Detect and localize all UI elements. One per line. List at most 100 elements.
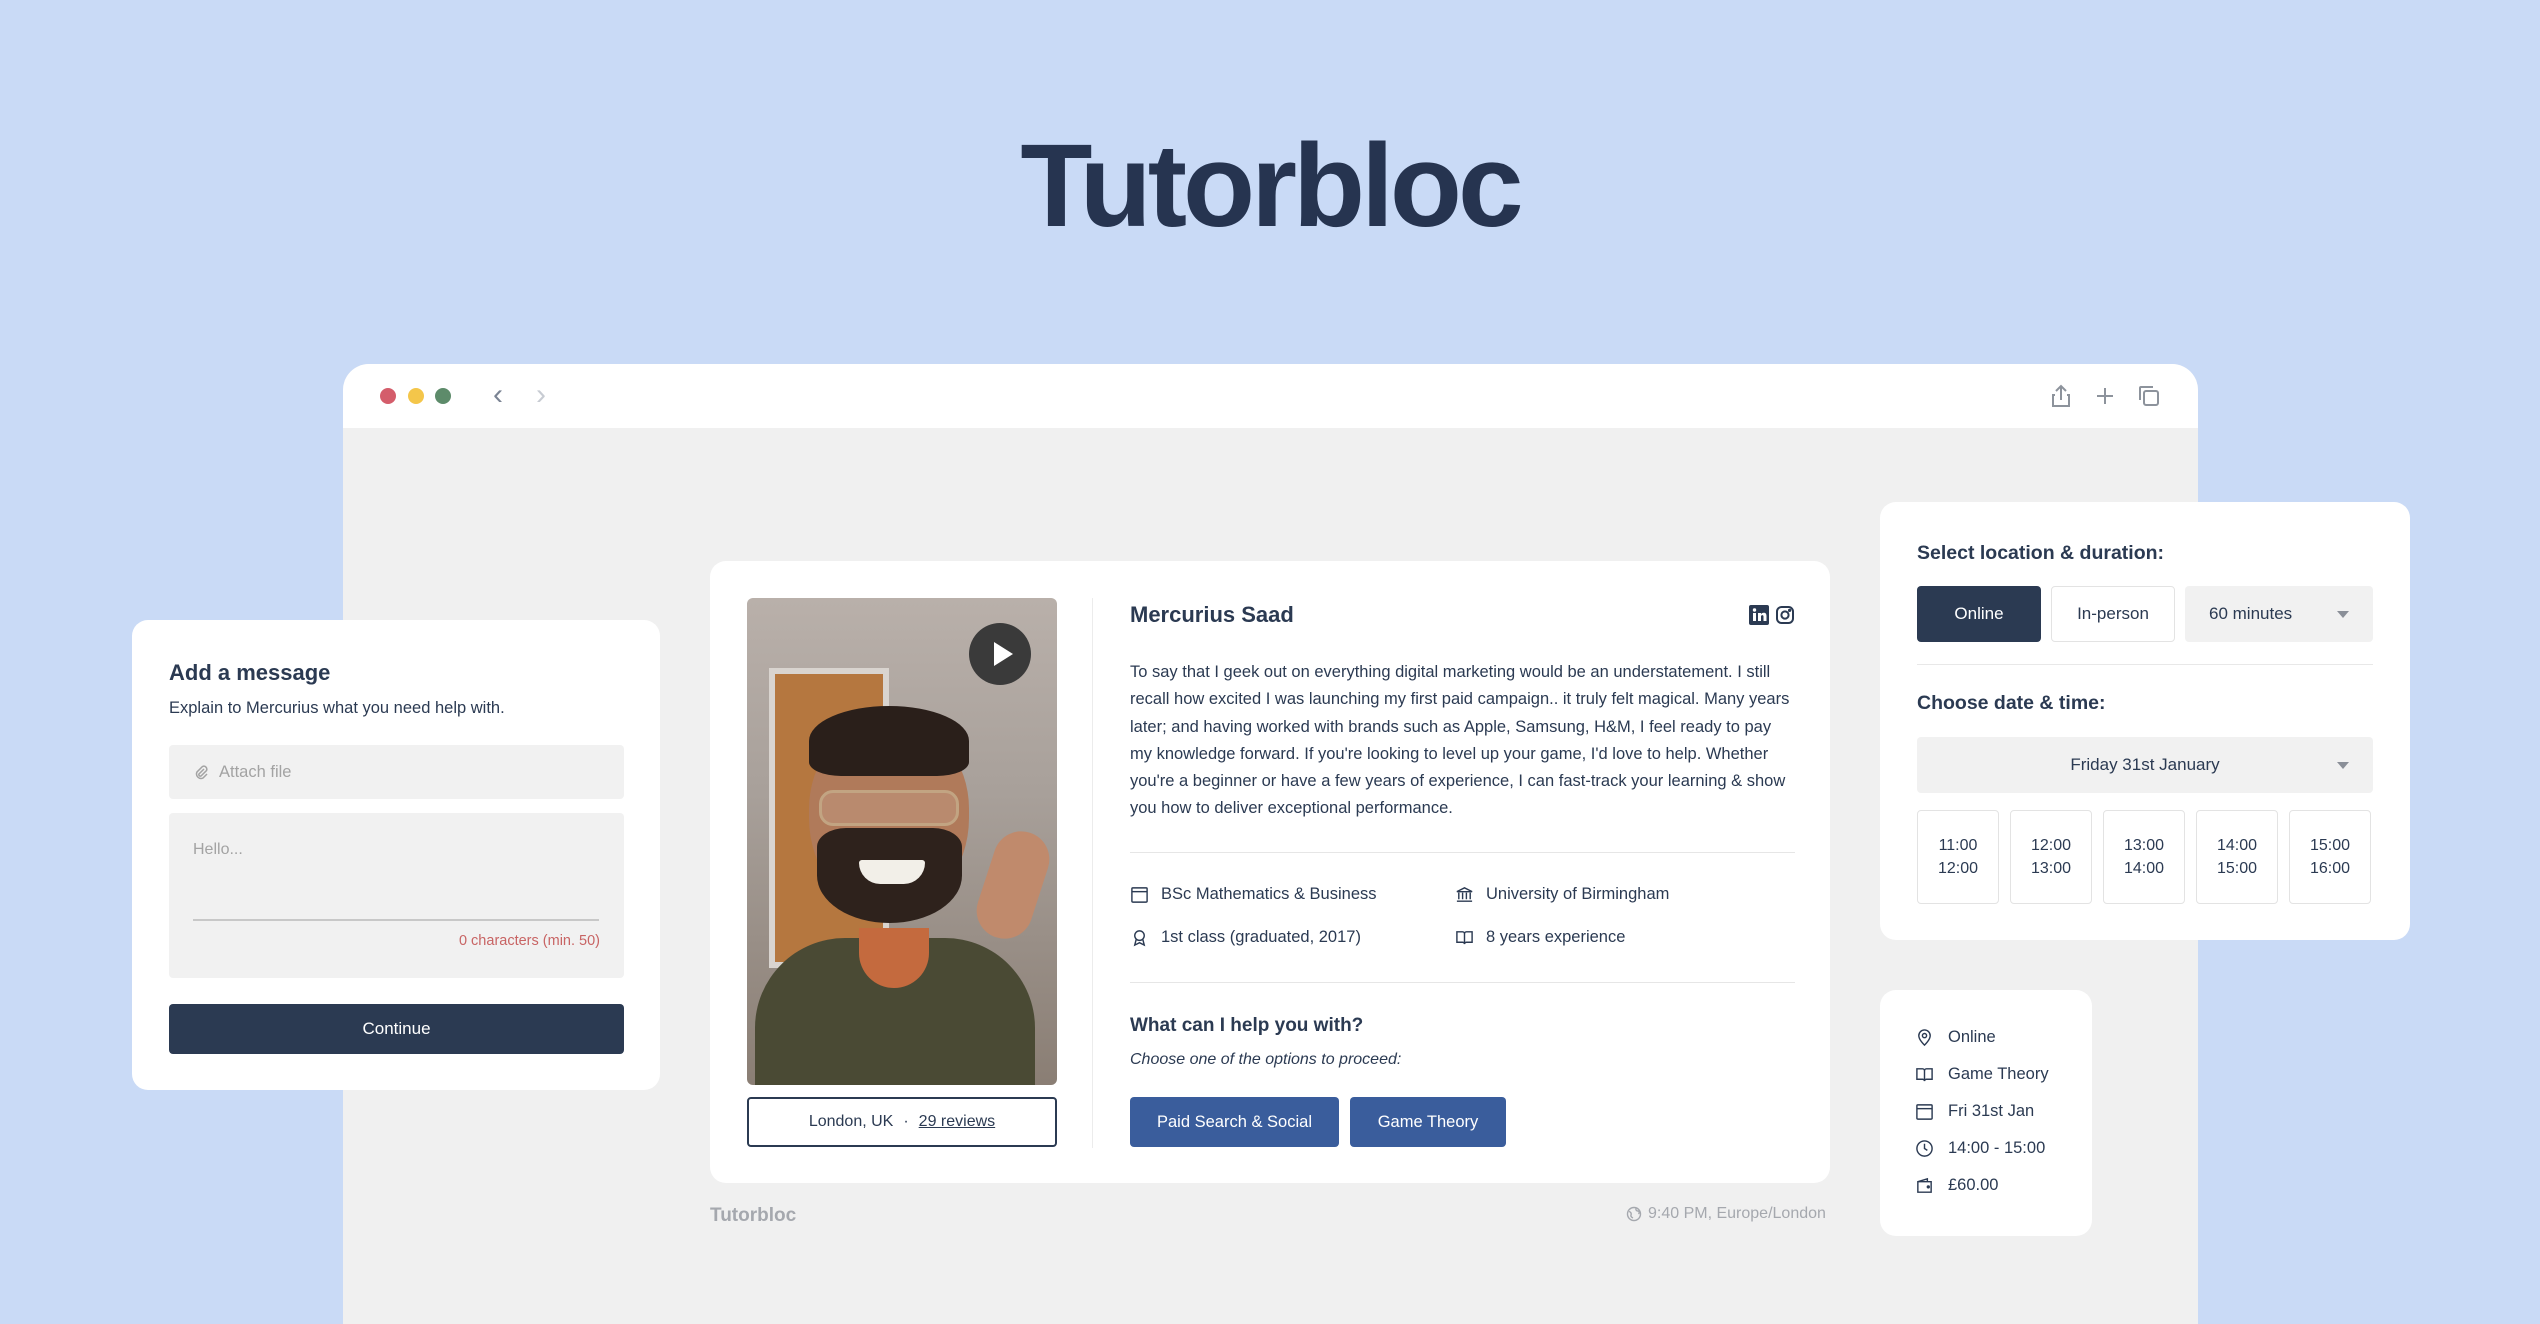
vertical-divider — [1092, 598, 1093, 1148]
tutor-name: Mercurius Saad — [1130, 602, 1294, 627]
message-placeholder: Hello... — [193, 841, 243, 858]
credential-grade-text: 1st class (graduated, 2017) — [1161, 928, 1361, 946]
summary-location: Online — [1915, 1028, 1996, 1047]
wallet-icon — [1917, 1177, 1932, 1193]
location-reviews-box: London, UK · 29 reviews — [747, 1097, 1057, 1147]
paperclip-icon — [195, 765, 208, 780]
summary-date-text: Fri 31st Jan — [1948, 1102, 2035, 1120]
booking-divider — [1917, 664, 2373, 665]
video-person-smile — [859, 860, 925, 884]
date-select[interactable]: Friday 31st January — [1917, 737, 2373, 793]
time-slot[interactable]: 14:00 15:00 — [2196, 810, 2278, 904]
linkedin-icon[interactable] — [1749, 605, 1769, 625]
time-slot[interactable]: 13:00 14:00 — [2103, 810, 2185, 904]
reviews-link[interactable]: 29 reviews — [919, 1113, 995, 1131]
tutor-profile-card: London, UK · 29 reviews Mercurius Saad T… — [710, 561, 1830, 1183]
slot-start: 14:00 — [2216, 836, 2258, 854]
summary-time-text: 14:00 - 15:00 — [1948, 1139, 2046, 1157]
option-game-theory-button[interactable]: Game Theory — [1350, 1097, 1506, 1147]
forward-arrow-icon[interactable]: › — [536, 380, 546, 410]
summary-location-text: Online — [1948, 1028, 1996, 1046]
new-tab-icon[interactable] — [2091, 382, 2119, 410]
summary-price-text: £60.00 — [1948, 1176, 1999, 1194]
university-icon — [1456, 887, 1473, 902]
message-title: Add a message — [169, 660, 331, 685]
calendar-icon — [1916, 1104, 1933, 1120]
maximize-window-dot[interactable] — [435, 388, 451, 404]
credential-grade: 1st class (graduated, 2017) — [1130, 928, 1361, 947]
slot-start: 11:00 — [1938, 836, 1978, 854]
credential-degree-text: BSc Mathematics & Business — [1161, 885, 1377, 903]
time-slot[interactable]: 12:00 13:00 — [2010, 810, 2092, 904]
calendar-icon — [1131, 887, 1148, 903]
credential-experience-text: 8 years experience — [1486, 928, 1626, 946]
help-title: What can I help you with? — [1130, 1015, 1364, 1036]
duration-value: 60 minutes — [2209, 604, 2293, 623]
instagram-icon[interactable] — [1775, 605, 1795, 625]
divider-bio — [1130, 852, 1795, 853]
video-person-glasses — [819, 790, 959, 826]
close-window-dot[interactable] — [380, 388, 396, 404]
slot-start: 13:00 — [2123, 836, 2165, 854]
chevron-down-icon — [2337, 762, 2349, 769]
footer-brand: Tutorbloc — [710, 1205, 797, 1226]
credential-degree: BSc Mathematics & Business — [1130, 885, 1377, 904]
footer-timezone: 9:40 PM, Europe/London — [1626, 1205, 1826, 1223]
divider-credentials — [1130, 982, 1795, 983]
summary-subject: Game Theory — [1915, 1065, 2049, 1084]
brand-title: Tutorbloc — [1020, 120, 1523, 252]
attach-file-label: Attach file — [219, 762, 292, 781]
summary-price: £60.00 — [1915, 1176, 1998, 1195]
time-slot[interactable]: 11:00 12:00 — [1917, 810, 1999, 904]
summary-date: Fri 31st Jan — [1915, 1102, 2034, 1121]
online-toggle[interactable]: Online — [1917, 586, 2041, 642]
share-icon[interactable] — [2047, 382, 2075, 410]
footer-time-text: 9:40 PM, Europe/London — [1648, 1205, 1826, 1222]
minimize-window-dot[interactable] — [408, 388, 424, 404]
slot-end: 15:00 — [2216, 859, 2258, 877]
tutor-location: London, UK — [808, 1113, 894, 1130]
clock-icon — [1916, 1140, 1933, 1157]
slot-end: 12:00 — [1937, 859, 1979, 877]
award-icon — [1133, 930, 1146, 947]
message-textarea[interactable]: Hello... 0 characters (min. 50) — [169, 813, 624, 978]
option-paid-search-social-button[interactable]: Paid Search & Social — [1130, 1097, 1339, 1147]
booking-summary-card: Online Game Theory Fri 31st Jan 14:00 - … — [1880, 990, 2092, 1236]
book-icon — [1916, 1068, 1933, 1082]
credential-university-text: University of Birmingham — [1486, 885, 1670, 903]
in-person-toggle[interactable]: In-person — [2051, 586, 2175, 642]
tutor-intro-video[interactable] — [747, 598, 1057, 1085]
add-message-card: Add a message Explain to Mercurius what … — [132, 620, 660, 1090]
slot-start: 15:00 — [2309, 836, 2351, 854]
date-value: Friday 31st January — [2070, 755, 2220, 774]
date-time-heading: Choose date & time: — [1917, 692, 2106, 714]
slot-start: 12:00 — [2030, 836, 2072, 854]
credential-university: University of Birmingham — [1455, 885, 1669, 904]
booking-card: Select location & duration: Online In-pe… — [1880, 502, 2410, 940]
tabs-overview-icon[interactable] — [2135, 382, 2163, 410]
video-person-hand — [969, 824, 1057, 946]
summary-time: 14:00 - 15:00 — [1915, 1139, 2045, 1158]
back-arrow-icon[interactable]: ‹ — [493, 380, 503, 410]
location-separator: · — [903, 1113, 909, 1130]
message-subtitle: Explain to Mercurius what you need help … — [169, 699, 505, 717]
location-duration-heading: Select location & duration: — [1917, 542, 2165, 564]
message-underline — [193, 919, 599, 921]
tutor-bio: To say that I geek out on everything dig… — [1130, 663, 1790, 818]
character-count: 0 characters (min. 50) — [458, 933, 600, 949]
attach-file-button[interactable]: Attach file — [169, 745, 624, 799]
globe-icon — [1626, 1206, 1642, 1222]
continue-button[interactable]: Continue — [169, 1004, 624, 1054]
time-slot[interactable]: 15:00 16:00 — [2289, 810, 2371, 904]
help-subtitle: Choose one of the options to proceed: — [1130, 1051, 1402, 1068]
play-icon[interactable] — [969, 623, 1031, 685]
duration-select[interactable]: 60 minutes — [2185, 586, 2373, 642]
location-pin-icon — [1918, 1029, 1931, 1047]
credential-experience: 8 years experience — [1455, 928, 1625, 947]
book-icon — [1456, 931, 1473, 945]
slot-end: 13:00 — [2030, 859, 2072, 877]
browser-toolbar: ‹ › — [343, 364, 2198, 428]
chevron-down-icon — [2337, 611, 2349, 618]
slot-end: 14:00 — [2123, 859, 2165, 877]
summary-subject-text: Game Theory — [1948, 1065, 2049, 1083]
